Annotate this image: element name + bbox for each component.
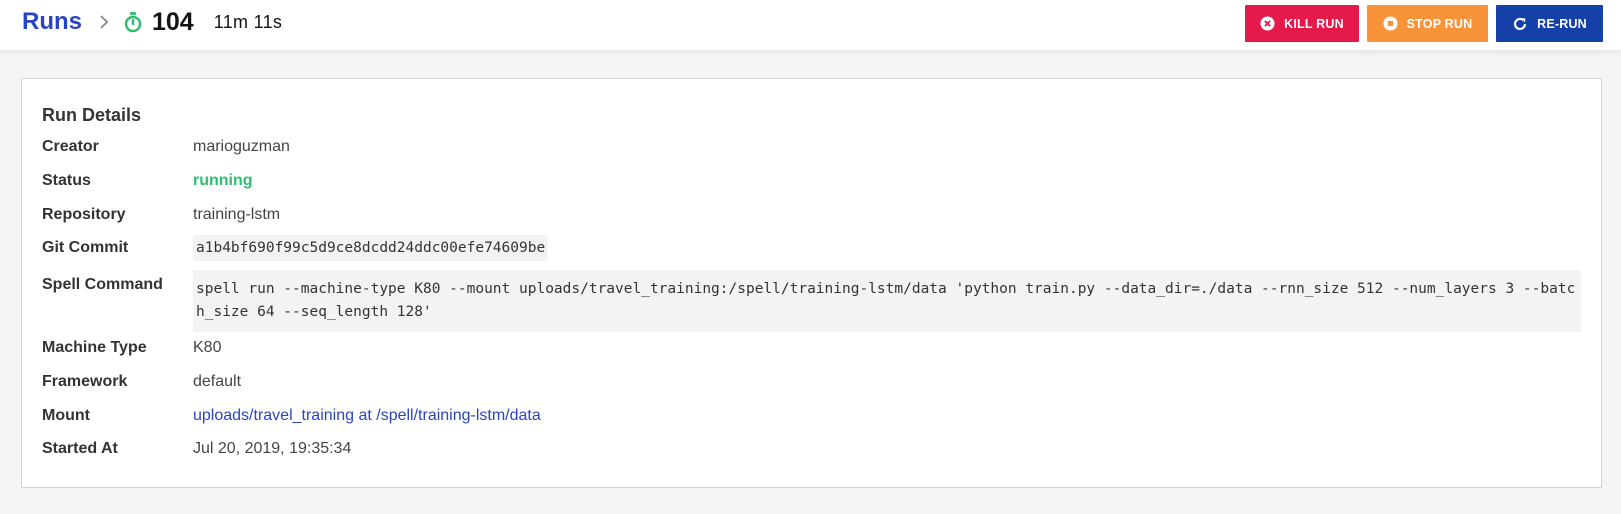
git-commit-value: a1b4bf690f99c5d9ce8dcdd24ddc00efe74609be: [193, 235, 549, 261]
breadcrumb: Runs 104 11m 11s: [22, 0, 282, 44]
stopwatch-icon: [123, 11, 143, 33]
machine-type-label: Machine Type: [42, 339, 147, 356]
framework-value: default: [193, 373, 242, 390]
creator-value: marioguzman: [193, 138, 290, 155]
refresh-icon: [1514, 17, 1527, 30]
status-value: running: [193, 172, 253, 189]
mount-value: uploads/travel_training at /spell/traini…: [193, 407, 541, 425]
kill-run-button[interactable]: KILL RUN: [1245, 5, 1359, 42]
stop-circle-icon: [1383, 16, 1398, 31]
stop-run-button[interactable]: STOP RUN: [1367, 5, 1488, 42]
started-at-label: Started At: [42, 440, 118, 457]
mount-at-text: at: [358, 407, 372, 424]
run-details-panel: Run Details Creator marioguzman Status r…: [21, 78, 1602, 488]
breadcrumb-runs-link[interactable]: Runs: [22, 8, 82, 36]
spell-command-label: Spell Command: [42, 276, 163, 293]
mount-target-link[interactable]: /spell/training-lstm/data: [376, 407, 541, 424]
kill-run-label: KILL RUN: [1284, 16, 1344, 31]
run-actions: KILL RUN STOP RUN RE-RUN: [1245, 5, 1603, 42]
mount-label: Mount: [42, 407, 90, 424]
close-circle-icon: [1260, 16, 1275, 31]
panel-title: Run Details: [42, 105, 142, 125]
rerun-label: RE-RUN: [1537, 16, 1587, 31]
run-number: 104: [152, 7, 194, 36]
mount-source-link[interactable]: uploads/travel_training: [193, 407, 354, 424]
git-commit-label: Git Commit: [42, 239, 129, 256]
repository-label: Repository: [42, 206, 126, 223]
started-at-value: Jul 20, 2019, 19:35:34: [193, 440, 352, 457]
repository-value: training-lstm: [193, 206, 281, 223]
status-label: Status: [42, 172, 91, 189]
elapsed-time: 11m 11s: [213, 11, 283, 32]
framework-label: Framework: [42, 373, 128, 390]
rerun-button[interactable]: RE-RUN: [1496, 5, 1603, 42]
machine-type-value: K80: [193, 339, 222, 356]
spell-command-value: spell run --machine-type K80 --mount upl…: [193, 270, 1581, 332]
creator-label: Creator: [42, 138, 99, 155]
top-bar: Runs 104 11m 11s KILL RUN STOP RUN RE-RU…: [0, 0, 1621, 50]
chevron-right-icon: [96, 14, 112, 30]
stop-run-label: STOP RUN: [1406, 16, 1473, 31]
